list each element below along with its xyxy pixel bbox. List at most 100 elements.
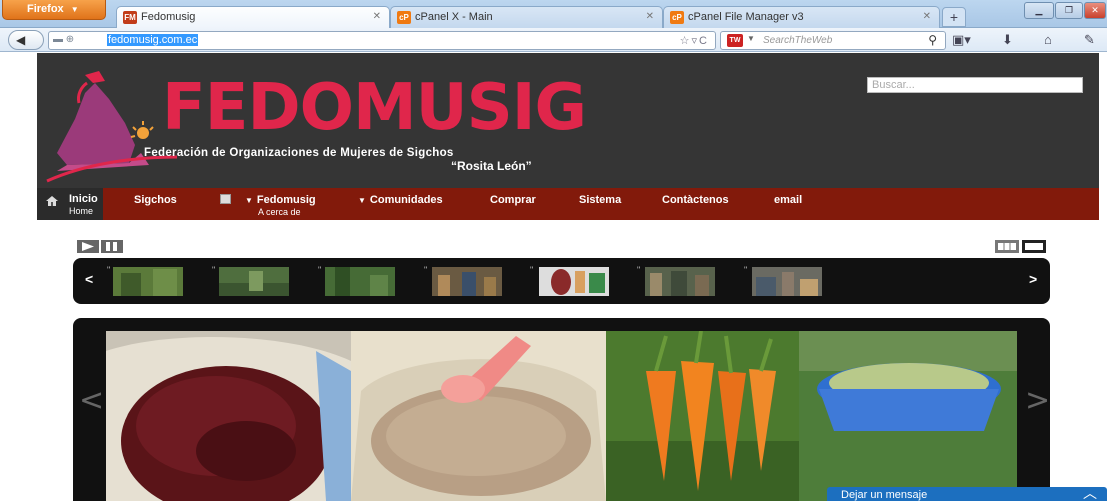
menu-item-sigchos[interactable]: Sigchos [134, 194, 177, 206]
bookmarks-menu-icon[interactable]: ▣▾ [952, 32, 971, 48]
thumbnail-bullet: " [744, 265, 748, 275]
thumbnail-strip: < " " " " " " " > [73, 258, 1050, 304]
tab-fedomusig[interactable]: FM Fedomusig ✕ [116, 6, 390, 29]
menu-item-label: email [774, 194, 803, 206]
slide-image-flour [351, 331, 606, 501]
menu-item-sublabel: A cerca de [258, 207, 301, 217]
chevron-down-icon[interactable]: ▼ [747, 34, 755, 43]
menu-item-sistema[interactable]: Sistema [579, 194, 621, 206]
book-icon [220, 194, 231, 204]
minimize-window-button[interactable]: ▁ [1024, 2, 1054, 19]
close-tab-icon[interactable]: ✕ [373, 11, 381, 22]
chevron-down-icon: ▼ [358, 196, 366, 205]
tab-cpanel-main[interactable]: cP cPanel X - Main ✕ [390, 6, 663, 28]
thumbnail-bullet: " [318, 265, 322, 275]
thumbnails-view-icon[interactable] [995, 240, 1019, 253]
menu-item-fedomusig[interactable]: ▼ Fedomusig A cerca de [220, 194, 316, 217]
main-menu: Inicio Home Sigchos ▼ Fedomusig A cerca d… [37, 188, 1099, 220]
menu-item-label: Sistema [579, 194, 622, 206]
search-engine-icon[interactable]: TW [727, 34, 743, 47]
thumbnail-bullet: " [424, 265, 428, 275]
search-input[interactable]: SearchTheWeb [763, 35, 832, 46]
thumbnail-image[interactable] [645, 267, 715, 296]
fedomusig-favicon-icon: FM [123, 11, 137, 24]
search-bar[interactable]: TW ▼ SearchTheWeb ⚲ [720, 31, 946, 50]
browser-tab-bar: Firefox ▼ FM Fedomusig ✕ cP cPanel X - M… [0, 0, 1107, 29]
home-icon[interactable]: ⌂ [1044, 32, 1052, 47]
url-bar[interactable]: ▬ ⊕ fedomusig.com.ec ☆▿C [48, 31, 716, 50]
thumbnail-image[interactable] [113, 267, 183, 296]
thumbnail-prev-button[interactable]: < [85, 271, 93, 287]
site-header: FEDOMUSIG Federación de Organizaciones d… [37, 53, 1099, 188]
fedomusig-logo-icon [46, 71, 177, 183]
close-tab-icon[interactable]: ✕ [646, 11, 654, 22]
menu-item-label: Contàctenos [662, 194, 729, 206]
thumbnail-image[interactable] [752, 267, 822, 296]
thumbnail-bullet: " [212, 265, 216, 275]
pause-icon[interactable] [101, 240, 123, 253]
menu-item-email[interactable]: email [774, 194, 802, 206]
browser-nav-bar: ◀ ▬ ⊕ fedomusig.com.ec ☆▿C TW ▼ SearchTh… [0, 28, 1107, 52]
thumbnail-image[interactable] [219, 267, 289, 296]
chat-widget-tab[interactable]: Dejar un mensaje ︿ [827, 487, 1107, 501]
addon-icon[interactable]: ✎ [1084, 32, 1095, 48]
fullscreen-view-icon[interactable] [1022, 240, 1046, 253]
menu-item-label: Fedomusig [256, 194, 316, 206]
menu-item-sublabel: Home [69, 206, 94, 216]
reload-icon[interactable]: C [699, 35, 709, 47]
site-identity-icon[interactable]: ▬ ⊕ [53, 34, 74, 45]
maximize-window-button[interactable]: ❐ [1055, 2, 1083, 19]
firefox-menu-label: Firefox [27, 3, 64, 15]
menu-item-inicio[interactable]: Inicio Home [37, 188, 103, 220]
thumbnail-image-selected[interactable] [539, 267, 609, 296]
thumbnail-bullet: " [637, 265, 641, 275]
slider-prev-button[interactable]: < [79, 383, 104, 418]
tab-title: Fedomusig [141, 11, 196, 23]
slide-image-beans [106, 331, 351, 501]
firefox-menu-button[interactable]: Firefox ▼ [2, 0, 106, 20]
slide-image-carrots [606, 331, 799, 501]
back-button[interactable]: ◀ [8, 30, 44, 50]
tab-title: cPanel File Manager v3 [688, 11, 804, 23]
site-search-input[interactable]: Buscar... [867, 77, 1083, 93]
cpanel-favicon-icon: cP [670, 11, 684, 24]
url-text[interactable]: fedomusig.com.ec [107, 34, 199, 46]
chevron-down-icon: ▼ [70, 5, 79, 14]
site-subtitle: Federación de Organizaciones de Mujeres … [144, 147, 454, 159]
chat-label: Dejar un mensaje [841, 489, 928, 501]
close-window-button[interactable]: ✕ [1084, 2, 1106, 19]
menu-item-comprar[interactable]: Comprar [490, 194, 536, 206]
menu-item-label: Inicio [69, 193, 98, 205]
thumbnail-bullet: " [530, 265, 534, 275]
back-arrow-icon: ◀ [16, 33, 26, 47]
history-dropdown-icon[interactable]: ▿ [692, 35, 700, 47]
menu-item-label: Sigchos [134, 194, 177, 206]
thumbnail-bullet: " [107, 265, 111, 275]
tab-title: cPanel X - Main [415, 11, 493, 23]
search-magnifier-icon[interactable]: ⚲ [928, 33, 937, 47]
tab-cpanel-file-manager[interactable]: cP cPanel File Manager v3 ✕ [663, 6, 940, 28]
menu-item-contactenos[interactable]: Contàctenos [662, 194, 729, 206]
slideshow-view-controls [995, 240, 1046, 253]
home-icon [46, 196, 58, 206]
menu-item-comunidades[interactable]: ▼ Comunidades [358, 194, 443, 206]
thumbnail-next-button[interactable]: > [1029, 271, 1037, 287]
close-tab-icon[interactable]: ✕ [923, 11, 931, 22]
thumbnail-image[interactable] [432, 267, 502, 296]
main-slider: < > [73, 318, 1050, 501]
chevron-up-icon[interactable]: ︿ [1083, 487, 1097, 501]
slider-next-button[interactable]: > [1025, 383, 1050, 418]
bookmark-star-icon[interactable]: ☆ [680, 35, 692, 47]
url-bar-actions: ☆▿C [680, 34, 709, 47]
downloads-icon[interactable]: ⬇ [1002, 32, 1013, 48]
thumbnail-image[interactable] [325, 267, 395, 296]
play-icon[interactable] [77, 240, 99, 253]
new-tab-button[interactable]: + [942, 7, 966, 27]
slideshow-play-pause-controls [77, 240, 123, 253]
menu-item-label: Comprar [490, 194, 536, 206]
chevron-down-icon: ▼ [245, 196, 253, 205]
site-subtitle-name: “Rosita León” [451, 159, 532, 173]
web-page: FEDOMUSIG Federación de Organizaciones d… [0, 53, 1107, 501]
cpanel-favicon-icon: cP [397, 11, 411, 24]
site-title[interactable]: FEDOMUSIG [162, 71, 587, 145]
